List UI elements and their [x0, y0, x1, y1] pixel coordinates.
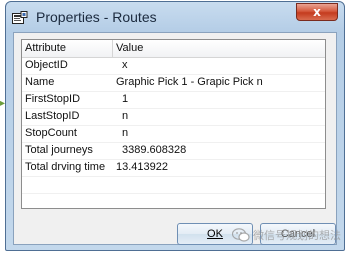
attribute-value: x: [122, 59, 128, 71]
close-button[interactable]: x: [296, 3, 338, 21]
attribute-name: StopCount: [25, 127, 77, 139]
empty-row: [22, 194, 325, 208]
attribute-table: Attribute Value ObjectID x Name Graphic …: [21, 39, 326, 209]
table-header: Attribute Value: [22, 40, 325, 58]
attribute-name: LastStopID: [25, 110, 80, 122]
window-title: Properties - Routes: [36, 9, 157, 25]
table-row[interactable]: FirstStopID 1: [22, 92, 325, 109]
table-row[interactable]: StopCount n: [22, 126, 325, 143]
attribute-name: ObjectID: [25, 59, 68, 71]
table-row[interactable]: LastStopID n: [22, 109, 325, 126]
attribute-name: Name: [25, 76, 55, 88]
ok-button-label: OK: [207, 228, 223, 240]
column-header-attribute[interactable]: Attribute: [25, 42, 66, 54]
column-header-value[interactable]: Value: [116, 42, 143, 54]
attribute-name: Total drving time: [25, 161, 106, 173]
attribute-value: n: [122, 110, 129, 122]
title-bar[interactable]: Properties - Routes x: [6, 2, 344, 32]
empty-row: [22, 177, 325, 194]
dialog-body: Attribute Value ObjectID x Name Graphic …: [13, 32, 337, 245]
column-divider[interactable]: [112, 40, 113, 57]
attribute-name: Total journeys: [25, 144, 93, 156]
attribute-value: 3389.608328: [122, 144, 187, 156]
watermark-text: 微信号规划的想法: [253, 229, 341, 242]
attribute-value: n: [122, 127, 129, 139]
properties-dialog: Properties - Routes x Attribute Value Ob…: [5, 1, 345, 251]
watermark: 微信号规划的想法: [231, 225, 341, 245]
attribute-value: Graphic Pick 1 - Grapic Pick n: [116, 76, 263, 88]
attribute-value: 1: [122, 93, 129, 105]
attribute-value: 13.413922: [116, 161, 168, 173]
table-row[interactable]: ObjectID x: [22, 58, 325, 75]
table-row[interactable]: Name Graphic Pick 1 - Grapic Pick n: [22, 75, 325, 92]
table-row[interactable]: Total drving time 13.413922: [22, 160, 325, 177]
table-row[interactable]: Total journeys 3389.608328: [22, 143, 325, 160]
properties-icon: [12, 10, 28, 24]
wechat-logo-icon: [231, 228, 250, 242]
attribute-name: FirstStopID: [25, 93, 81, 105]
